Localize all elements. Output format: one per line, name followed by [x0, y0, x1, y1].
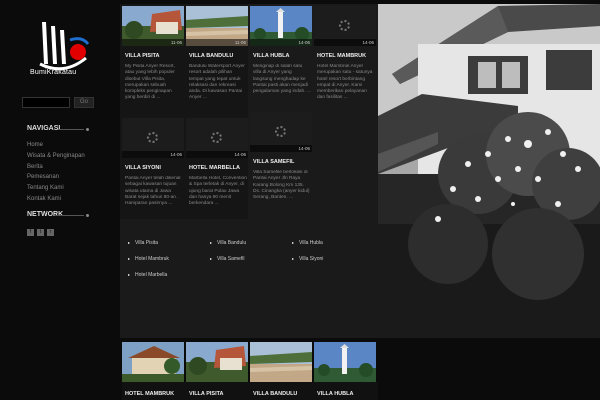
bottom-tile-hotel-mambruk[interactable]: HOTEL MAMBRUK — [122, 342, 186, 400]
tile-desc: Bandulu Watersport Anyer resort adalah p… — [189, 64, 245, 101]
nav-heading: NAVIGASI — [27, 125, 61, 132]
tile-desc: My Pisita Anyer Resort, atau yang lebih … — [125, 64, 175, 101]
nav-item-tentang[interactable]: Tentang Kami — [27, 183, 85, 194]
hero-image — [378, 4, 600, 338]
rss-icon[interactable]: r — [47, 229, 54, 236]
nav-item-wisata[interactable]: Wisata & Penginapan — [27, 151, 85, 162]
link-villa-siyoni[interactable]: Villa Siyoni — [292, 256, 323, 262]
tile-desc: Menginap di salah satu villa di Anyer ya… — [253, 64, 311, 95]
bottom-tile-villa-pisita[interactable]: VILLA PISITA — [186, 342, 250, 400]
tile-title[interactable]: VILLA BANDULU — [186, 46, 250, 64]
tile-date: 14-06 — [186, 151, 248, 158]
tile-image — [314, 342, 376, 382]
tile-image: 11-06 — [122, 6, 184, 46]
tile-image: 14-06 — [122, 118, 184, 158]
tile-title[interactable]: HOTEL MAMBRUK — [314, 46, 378, 64]
tile-title[interactable]: VILLA SIYONI — [122, 158, 186, 176]
loading-spinner-icon — [147, 132, 158, 143]
tile-date: 14-06 — [314, 39, 376, 46]
tile-title[interactable]: VILLA HUBLA — [314, 382, 378, 400]
tile-villa-siyoni[interactable]: 14-06 VILLA SIYONI Pantai Anyer telah di… — [122, 118, 186, 226]
tile-desc: Marbella Hotel, Convention & Spa terleta… — [189, 176, 247, 207]
tile-villa-bandulu[interactable]: 11-06 VILLA BANDULU Bandulu Watersport A… — [186, 6, 250, 114]
search-input[interactable] — [22, 97, 70, 108]
tile-date: 14-06 — [250, 39, 312, 46]
tile-hotel-marbella[interactable]: 14-06 HOTEL MARBELLA Marbella Hotel, Con… — [186, 118, 250, 226]
tile-title[interactable]: VILLA SAMEFIL — [250, 152, 314, 170]
tile-image: 14-06 — [250, 6, 312, 46]
tile-title[interactable]: HOTEL MARBELLA — [186, 158, 250, 176]
tile-desc: Pantai Anyer telah dikenal sebagai kawas… — [125, 176, 181, 207]
facebook-icon[interactable]: f — [27, 229, 34, 236]
tile-image: 14-06 — [250, 112, 312, 152]
loading-spinner-icon — [339, 20, 350, 31]
tile-image — [186, 342, 248, 382]
divider — [55, 215, 84, 216]
tile-image: 11-06 — [186, 6, 248, 46]
tile-villa-samefil[interactable]: 14-06 VILLA SAMEFIL Villa Samefile berlo… — [250, 112, 314, 220]
bottom-tile-villa-hubla[interactable]: VILLA HUBLA — [314, 342, 378, 400]
main-nav: Home Wisata & Penginapan Berita Pemesana… — [27, 140, 85, 205]
tile-desc: Hotel Mambruk Anyer merupakan satu - sat… — [317, 64, 373, 101]
tile-date: 11-06 — [186, 39, 248, 46]
tile-title[interactable]: VILLA PISITA — [186, 382, 250, 400]
brand-name: BumiKrakatau — [30, 69, 77, 76]
nav-item-home[interactable]: Home — [27, 140, 85, 151]
loading-spinner-icon — [275, 126, 286, 137]
nav-item-pemesanan[interactable]: Pemesanan — [27, 172, 85, 183]
brand-logo[interactable] — [34, 18, 90, 76]
tile-title[interactable]: HOTEL MAMBRUK — [122, 382, 186, 400]
tile-date: 11-06 — [122, 39, 184, 46]
link-villa-pisita[interactable]: Villa Pisita — [128, 240, 158, 246]
link-villa-bandulu[interactable]: Villa Bandulu — [210, 240, 246, 246]
bottom-carousel: HOTEL MAMBRUK VILLA PISITA VILLA BANDULU — [120, 342, 378, 400]
nav-item-berita[interactable]: Berita — [27, 162, 85, 173]
tile-hotel-mambruk[interactable]: 14-06 HOTEL MAMBRUK Hotel Mambruk Anyer … — [314, 6, 378, 114]
bottom-tile-villa-bandulu[interactable]: VILLA BANDULU — [250, 342, 314, 400]
link-hotel-mambruk[interactable]: Hotel Mambruk — [128, 256, 169, 262]
link-villa-samefil[interactable]: Villa Samefil — [210, 256, 244, 262]
tile-date: 14-06 — [122, 151, 184, 158]
divider-dot — [86, 128, 89, 131]
tile-title[interactable]: VILLA HUBLA — [250, 46, 314, 64]
social-links: f t r — [27, 229, 54, 236]
divider-dot — [86, 214, 89, 217]
divider — [58, 129, 84, 130]
sidebar: BumiKrakatau Go NAVIGASI Home Wisata & P… — [0, 0, 118, 400]
tile-image — [250, 342, 312, 382]
link-hotel-marbella[interactable]: Hotel Marbella — [128, 272, 167, 278]
tile-title[interactable]: VILLA BANDULU — [250, 382, 314, 400]
tile-villa-hubla[interactable]: 14-06 VILLA HUBLA Menginap di salah satu… — [250, 6, 314, 114]
tile-image: 14-06 — [314, 6, 376, 46]
tile-title[interactable]: VILLA PISITA — [122, 46, 186, 64]
link-villa-hubla[interactable]: Villa Hubla — [292, 240, 323, 246]
nav-item-kontak[interactable]: Kontak Kami — [27, 194, 85, 205]
tile-villa-pisita[interactable]: 11-06 VILLA PISITA My Pisita Anyer Resor… — [122, 6, 186, 114]
featured-grid: 11-06 VILLA PISITA My Pisita Anyer Resor… — [120, 4, 378, 338]
loading-spinner-icon — [211, 132, 222, 143]
tile-image: 14-06 — [186, 118, 248, 158]
tile-date: 14-06 — [250, 145, 312, 152]
twitter-icon[interactable]: t — [37, 229, 44, 236]
tile-desc: Villa Samefile berlokasi di Pantai Anyer… — [253, 170, 310, 201]
tile-image — [122, 342, 184, 382]
search-button[interactable]: Go — [74, 97, 94, 108]
bottom-filler — [378, 342, 600, 400]
